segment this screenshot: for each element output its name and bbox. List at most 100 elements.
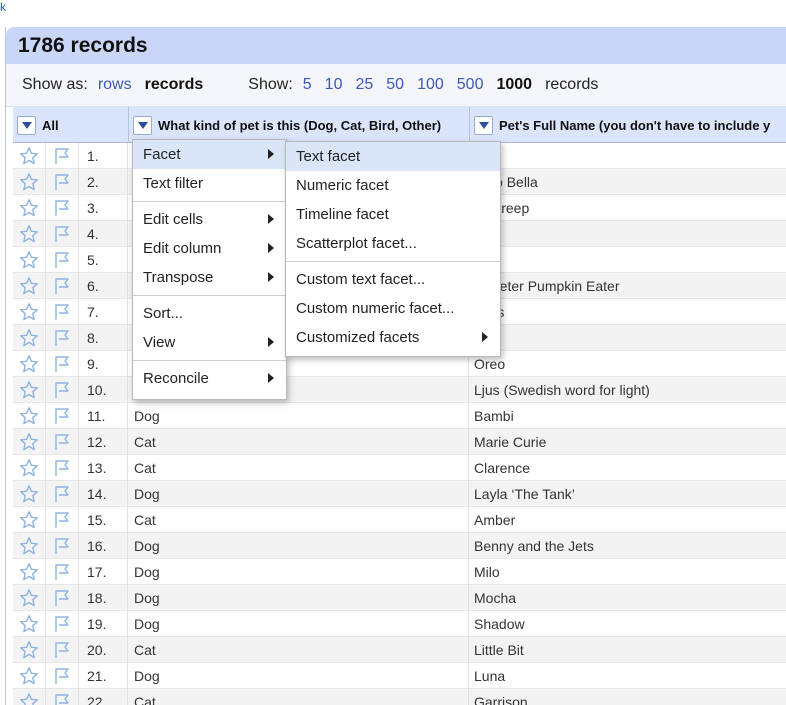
star-icon[interactable] <box>13 663 46 689</box>
pet-kind-cell[interactable]: Dog <box>128 533 469 559</box>
pet-kind-cell[interactable]: Dog <box>128 611 469 637</box>
menu-item-view[interactable]: View <box>133 328 286 357</box>
pet-name-cell[interactable]: Marie Curie <box>469 429 786 455</box>
star-icon[interactable] <box>13 377 46 403</box>
pet-name-cell[interactable]: Luna <box>469 663 786 689</box>
flag-icon[interactable] <box>46 507 79 533</box>
flag-icon[interactable] <box>46 689 79 705</box>
submenu-item-text-facet[interactable]: Text facet <box>286 142 500 171</box>
flag-icon[interactable] <box>46 481 79 507</box>
star-icon[interactable] <box>13 143 46 169</box>
page-size-5[interactable]: 5 <box>303 76 312 94</box>
star-icon[interactable] <box>13 507 46 533</box>
pet-name-cell[interactable]: Amber <box>469 507 786 533</box>
pet-name-cell[interactable]: Milo <box>469 559 786 585</box>
pet-name-cell[interactable]: Little Bit <box>469 637 786 663</box>
menu-item-edit-cells[interactable]: Edit cells <box>133 205 286 234</box>
pet-name-cell[interactable] <box>469 221 786 247</box>
pet-kind-cell[interactable]: Dog <box>128 663 469 689</box>
pet-name-cell[interactable]: y <box>469 325 786 351</box>
flag-icon[interactable] <box>46 377 79 403</box>
pet-name-dropdown-button[interactable] <box>474 115 493 135</box>
show-as-records-selected[interactable]: records <box>145 76 204 94</box>
submenu-item-customized-facets[interactable]: Customized facets <box>286 323 500 352</box>
star-icon[interactable] <box>13 325 46 351</box>
star-icon[interactable] <box>13 455 46 481</box>
pet-name-cell[interactable]: ques <box>469 299 786 325</box>
flag-icon[interactable] <box>46 455 79 481</box>
menu-item-transpose[interactable]: Transpose <box>133 263 286 292</box>
pet-name-cell[interactable]: Shadow <box>469 611 786 637</box>
pet-name-cell[interactable]: Oreo <box>469 351 786 377</box>
flag-icon[interactable] <box>46 559 79 585</box>
star-icon[interactable] <box>13 247 46 273</box>
pet-kind-cell[interactable]: Cat <box>128 637 469 663</box>
pet-name-cell[interactable]: Garrison <box>469 689 786 705</box>
flag-icon[interactable] <box>46 143 79 169</box>
flag-icon[interactable] <box>46 351 79 377</box>
submenu-item-numeric-facet[interactable]: Numeric facet <box>286 171 500 200</box>
flag-icon[interactable] <box>46 195 79 221</box>
star-icon[interactable] <box>13 429 46 455</box>
menu-item-edit-column[interactable]: Edit column <box>133 234 286 263</box>
flag-icon[interactable] <box>46 533 79 559</box>
menu-item-text-filter[interactable]: Text filter <box>133 169 286 198</box>
top-link[interactable]: k <box>0 0 6 14</box>
page-size-25[interactable]: 25 <box>355 76 373 94</box>
star-icon[interactable] <box>13 533 46 559</box>
star-icon[interactable] <box>13 351 46 377</box>
page-size-50[interactable]: 50 <box>386 76 404 94</box>
menu-item-sort[interactable]: Sort... <box>133 299 286 328</box>
flag-icon[interactable] <box>46 637 79 663</box>
star-icon[interactable] <box>13 169 46 195</box>
star-icon[interactable] <box>13 403 46 429</box>
flag-icon[interactable] <box>46 403 79 429</box>
pet-kind-cell[interactable]: Cat <box>128 507 469 533</box>
star-icon[interactable] <box>13 637 46 663</box>
menu-item-facet[interactable]: Facet <box>133 140 286 169</box>
flag-icon[interactable] <box>46 169 79 195</box>
page-size-500[interactable]: 500 <box>457 76 484 94</box>
star-icon[interactable] <box>13 299 46 325</box>
star-icon[interactable] <box>13 611 46 637</box>
page-size-100[interactable]: 100 <box>417 76 444 94</box>
pet-name-cell[interactable]: er Peter Pumpkin Eater <box>469 273 786 299</box>
pet-name-cell[interactable]: Benny and the Jets <box>469 533 786 559</box>
all-dropdown-button[interactable] <box>17 115 36 135</box>
flag-icon[interactable] <box>46 611 79 637</box>
submenu-item-scatterplot-facet[interactable]: Scatterplot facet... <box>286 229 500 258</box>
show-as-rows-link[interactable]: rows <box>98 76 132 94</box>
flag-icon[interactable] <box>46 663 79 689</box>
pet-name-cell[interactable]: Bambi <box>469 403 786 429</box>
flag-icon[interactable] <box>46 299 79 325</box>
pet-name-cell[interactable]: Layla ‘The Tank’ <box>469 481 786 507</box>
pet-kind-dropdown-button[interactable] <box>133 115 152 135</box>
pet-kind-cell[interactable]: Dog <box>128 481 469 507</box>
flag-icon[interactable] <box>46 429 79 455</box>
pet-name-cell[interactable]: Ljus (Swedish word for light) <box>469 377 786 403</box>
star-icon[interactable] <box>13 481 46 507</box>
pet-name-cell[interactable]: yl Streep <box>469 195 786 221</box>
star-icon[interactable] <box>13 221 46 247</box>
menu-item-reconcile[interactable]: Reconcile <box>133 364 286 393</box>
pet-kind-cell[interactable]: Dog <box>128 559 469 585</box>
pet-name-cell[interactable]: a Bo Bella <box>469 169 786 195</box>
page-size-10[interactable]: 10 <box>325 76 343 94</box>
star-icon[interactable] <box>13 689 46 705</box>
star-icon[interactable] <box>13 585 46 611</box>
pet-name-cell[interactable]: Mocha <box>469 585 786 611</box>
submenu-item-timeline-facet[interactable]: Timeline facet <box>286 200 500 229</box>
pet-name-cell[interactable]: Clarence <box>469 455 786 481</box>
page-size-1000-selected[interactable]: 1000 <box>496 76 532 94</box>
pet-name-cell[interactable]: iget <box>469 143 786 169</box>
pet-kind-cell[interactable]: Dog <box>128 403 469 429</box>
flag-icon[interactable] <box>46 247 79 273</box>
pet-kind-cell[interactable]: Cat <box>128 455 469 481</box>
pet-name-cell[interactable]: pkin <box>469 247 786 273</box>
pet-kind-cell[interactable]: Cat <box>128 429 469 455</box>
flag-icon[interactable] <box>46 221 79 247</box>
submenu-item-custom-numeric-facet[interactable]: Custom numeric facet... <box>286 294 500 323</box>
star-icon[interactable] <box>13 273 46 299</box>
flag-icon[interactable] <box>46 585 79 611</box>
flag-icon[interactable] <box>46 273 79 299</box>
